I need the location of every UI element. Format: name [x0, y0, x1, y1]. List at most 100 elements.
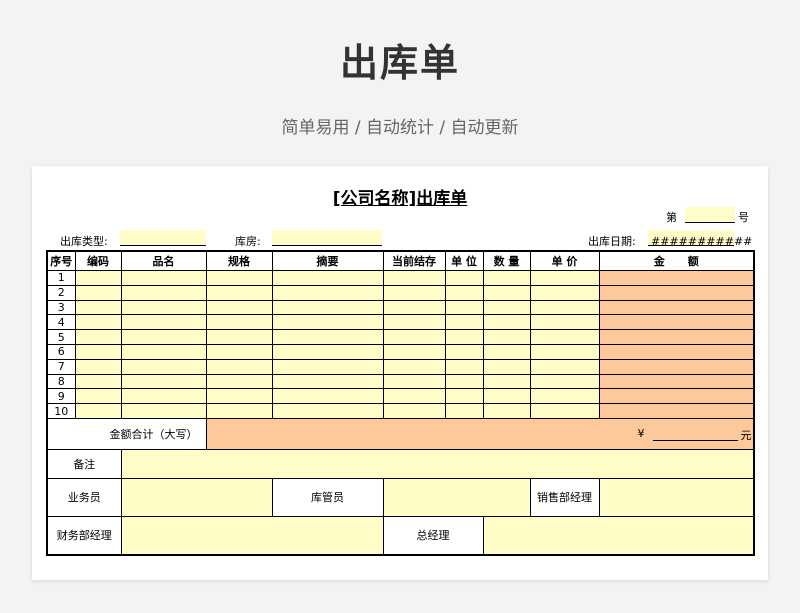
cell-stock[interactable] [382, 373, 446, 390]
cell-quantity[interactable] [482, 343, 531, 360]
cell-spec[interactable] [205, 270, 273, 286]
cell-quantity[interactable] [482, 373, 531, 390]
cell-code[interactable] [74, 314, 122, 331]
total-amount-field[interactable] [652, 427, 738, 441]
cell-unit[interactable] [444, 270, 484, 286]
general-manager-field[interactable] [482, 515, 755, 556]
cell-price[interactable] [529, 358, 600, 375]
cell-name[interactable] [120, 329, 207, 345]
cell-name[interactable] [120, 284, 207, 301]
cell-price[interactable] [529, 270, 600, 286]
cell-price[interactable] [529, 403, 600, 419]
cell-price[interactable] [529, 299, 600, 316]
cell-unit[interactable] [444, 299, 484, 316]
warehouse-label: 库房: [235, 235, 261, 248]
cell-unit[interactable] [444, 284, 484, 301]
cell-name[interactable] [120, 270, 207, 286]
cell-spec[interactable] [205, 373, 273, 390]
salesman-field[interactable] [120, 477, 273, 517]
cell-stock[interactable] [382, 314, 446, 331]
cell-code[interactable] [74, 403, 122, 419]
cell-stock[interactable] [382, 329, 446, 345]
cell-stock[interactable] [382, 270, 446, 286]
cell-summary[interactable] [271, 270, 384, 286]
number-field[interactable] [685, 207, 735, 223]
cell-spec[interactable] [205, 403, 273, 419]
cell-name[interactable] [120, 314, 207, 331]
total-amount-cell: ¥ 元 [205, 417, 755, 450]
finance-manager-label: 财务部经理 [46, 515, 122, 556]
cell-price[interactable] [529, 329, 600, 345]
out-type-field[interactable] [120, 230, 206, 246]
salesman-label: 业务员 [46, 477, 122, 517]
cell-stock[interactable] [382, 358, 446, 375]
cell-price[interactable] [529, 388, 600, 405]
cell-unit[interactable] [444, 314, 484, 331]
cell-unit[interactable] [444, 373, 484, 390]
cell-price[interactable] [529, 373, 600, 390]
cell-quantity[interactable] [482, 329, 531, 345]
cell-price[interactable] [529, 343, 600, 360]
cell-spec[interactable] [205, 314, 273, 331]
cell-unit[interactable] [444, 358, 484, 375]
cell-summary[interactable] [271, 373, 384, 390]
cell-stock[interactable] [382, 388, 446, 405]
cell-summary[interactable] [271, 343, 384, 360]
date-field[interactable]: ########### [648, 230, 752, 248]
cell-code[interactable] [74, 329, 122, 345]
cell-unit[interactable] [444, 329, 484, 345]
cell-quantity[interactable] [482, 314, 531, 331]
cell-quantity[interactable] [482, 270, 531, 286]
cell-summary[interactable] [271, 314, 384, 331]
cell-name[interactable] [120, 343, 207, 360]
cell-quantity[interactable] [482, 403, 531, 419]
table-row: 5 [46, 329, 755, 345]
cell-summary[interactable] [271, 388, 384, 405]
cell-spec[interactable] [205, 299, 273, 316]
cell-spec[interactable] [205, 388, 273, 405]
cell-stock[interactable] [382, 299, 446, 316]
cell-stock[interactable] [382, 343, 446, 360]
cell-unit[interactable] [444, 388, 484, 405]
remark-field[interactable] [120, 448, 755, 479]
cell-name[interactable] [120, 403, 207, 419]
cell-summary[interactable] [271, 358, 384, 375]
cell-code[interactable] [74, 358, 122, 375]
cell-summary[interactable] [271, 299, 384, 316]
cell-code[interactable] [74, 284, 122, 301]
cell-code[interactable] [74, 373, 122, 390]
cell-unit[interactable] [444, 343, 484, 360]
cell-name[interactable] [120, 388, 207, 405]
cell-code[interactable] [74, 270, 122, 286]
cell-spec[interactable] [205, 284, 273, 301]
cell-spec[interactable] [205, 358, 273, 375]
col-header-amount: 金 额 [598, 250, 755, 271]
cell-unit[interactable] [444, 403, 484, 419]
cell-quantity[interactable] [482, 284, 531, 301]
cell-spec[interactable] [205, 343, 273, 360]
cell-price[interactable] [529, 314, 600, 331]
cell-quantity[interactable] [482, 358, 531, 375]
cell-stock[interactable] [382, 403, 446, 419]
row-index: 5 [46, 329, 76, 345]
cell-code[interactable] [74, 388, 122, 405]
cell-quantity[interactable] [482, 299, 531, 316]
finance-manager-field[interactable] [120, 515, 384, 556]
cell-price[interactable] [529, 284, 600, 301]
cell-summary[interactable] [271, 284, 384, 301]
cell-spec[interactable] [205, 329, 273, 345]
sales-manager-field[interactable] [598, 477, 755, 517]
cell-name[interactable] [120, 358, 207, 375]
cell-summary[interactable] [271, 403, 384, 419]
col-header-spec: 规格 [205, 250, 273, 271]
cell-amount [598, 329, 755, 345]
cell-name[interactable] [120, 373, 207, 390]
cell-code[interactable] [74, 343, 122, 360]
cell-summary[interactable] [271, 329, 384, 345]
cell-stock[interactable] [382, 284, 446, 301]
warehouse-field[interactable] [272, 230, 382, 246]
cell-quantity[interactable] [482, 388, 531, 405]
keeper-field[interactable] [382, 477, 531, 517]
cell-name[interactable] [120, 299, 207, 316]
cell-code[interactable] [74, 299, 122, 316]
